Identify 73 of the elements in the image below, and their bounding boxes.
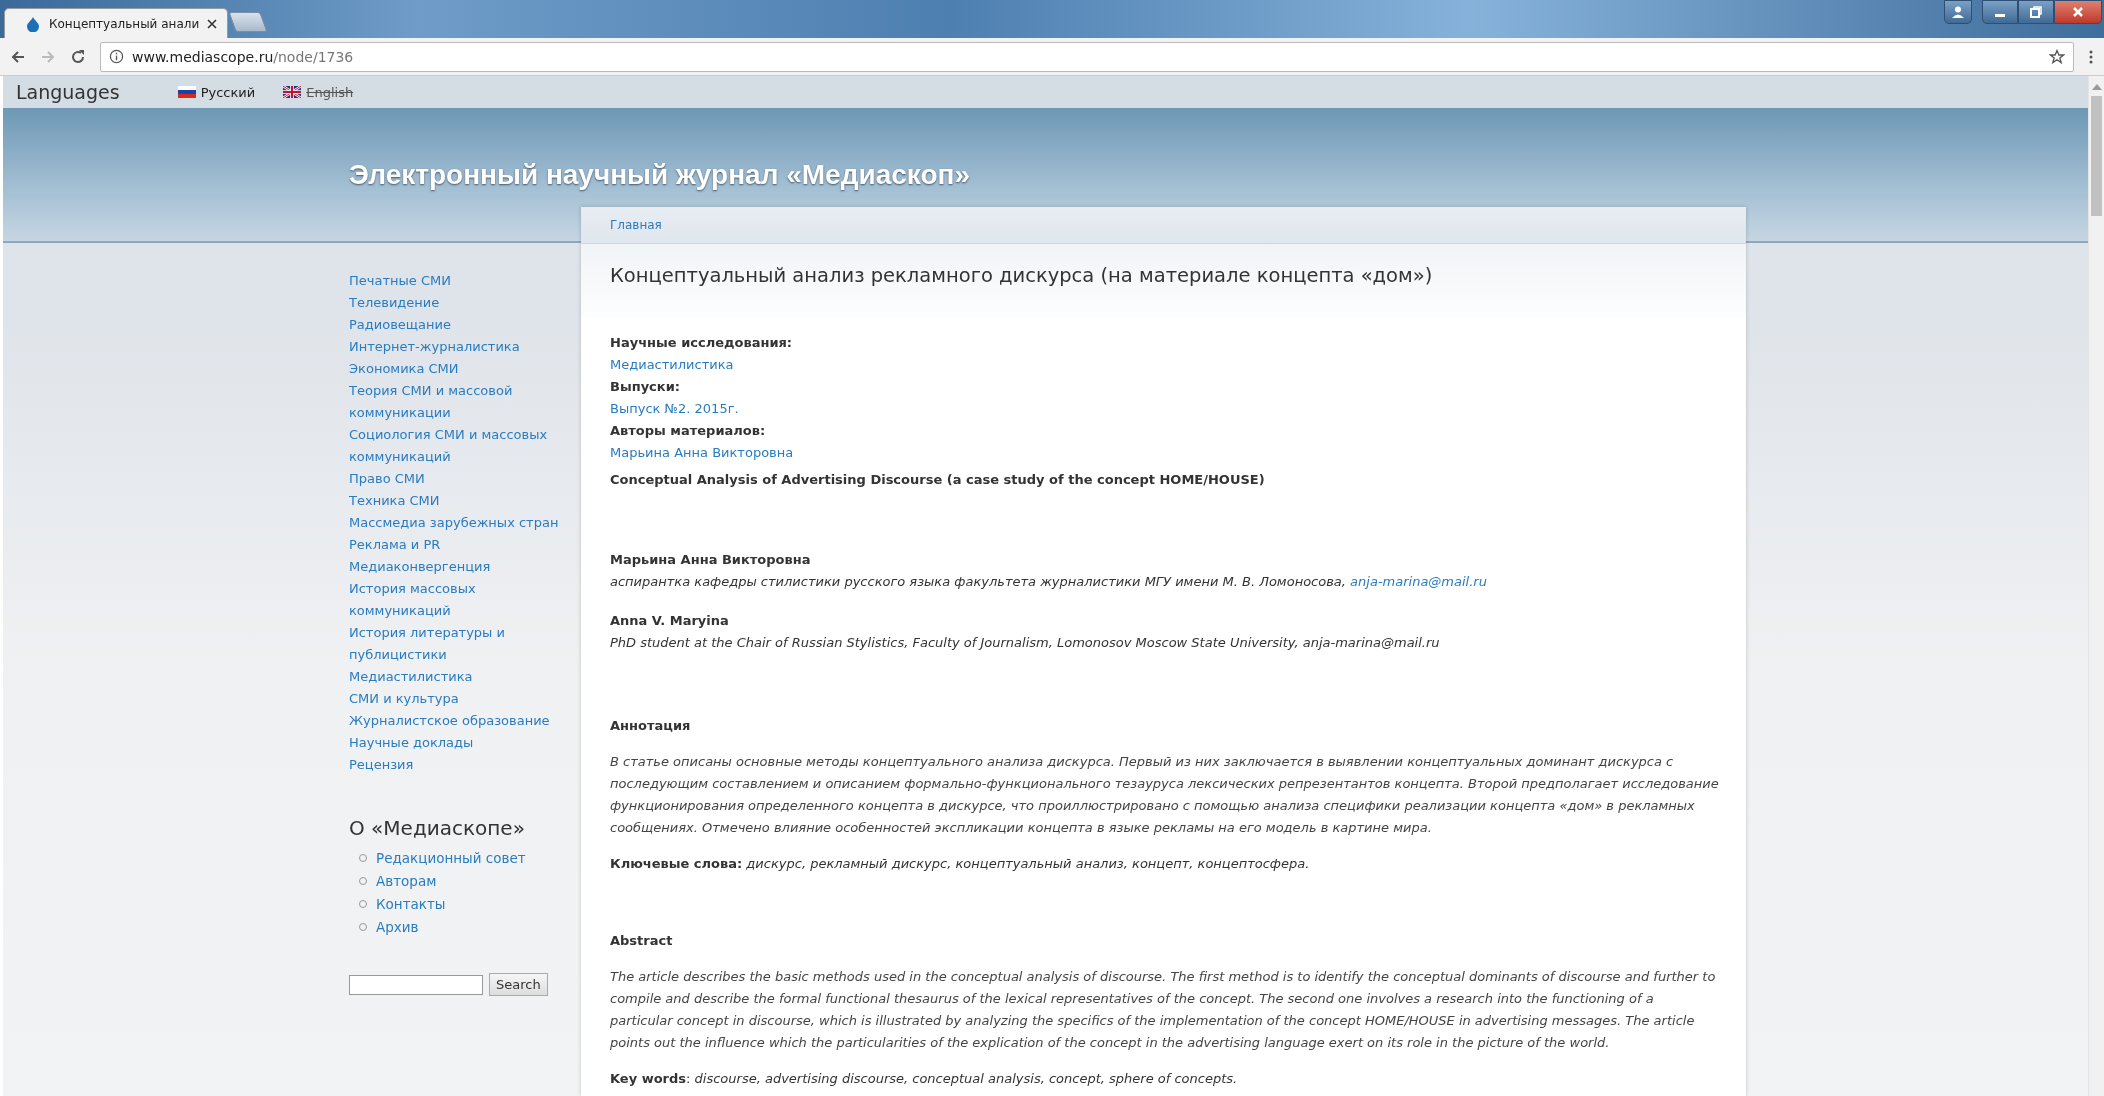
author-name: Anna V. Maryina <box>610 612 730 630</box>
keywords-text: Key words: discourse, advertising discourse, conceptual analysis, concept, sphere of concepts. <box>610 1070 1239 1088</box>
article-title: Концептуальный анализ рекламного дискурса (на материале концепта «дом») <box>610 264 1434 287</box>
star-icon[interactable] <box>2049 48 2065 65</box>
minimize-button[interactable] <box>1982 0 2018 24</box>
languages-title: Languages <box>16 81 120 103</box>
field-label: Научные исследования: <box>610 334 793 352</box>
author-affiliation: PhD student at the Chair of Russian Stylistics, Faculty of Journalism, Lomonosov Moscow State University, anja-marina@mail.ru <box>610 634 1441 652</box>
field-label: Выпуски: <box>610 378 680 396</box>
abstract-text: В статье описаны основные методы концептуального анализа дискурса. Первый из них заключается в выявлении концептуальных доминант дискурса с последующим составлением и описанием формально-функционального тезауруса лексических репрезентантов концепта. Второй предполагает исследование функционирования определенного концепта в дискурсе, что проиллюстрировано с помощью анализа специфики реализации концепта «дом» в рекламных сообщениях. Отмечено влияние особенностей экспликации концепта в языке рекламы на его модель в картине мира. <box>610 753 1720 837</box>
tab-title: Концептуальный анали <box>49 16 200 31</box>
section-heading: Abstract <box>610 933 674 948</box>
sidebar-link[interactable]: Экономика СМИ <box>349 358 577 380</box>
sidebar-link[interactable]: Массмедиа зарубежных стран <box>349 512 577 534</box>
sidebar-link[interactable]: Реклама и PR <box>349 534 577 556</box>
address-bar[interactable]: www.mediascope.ru/node/1736 <box>100 41 2074 72</box>
close-icon <box>2071 5 2085 19</box>
site-title: Электронный научный журнал «Медиаскоп» <box>348 158 972 191</box>
sidebar-link[interactable]: Право СМИ <box>349 468 577 490</box>
field-link[interactable]: Выпуск №2. 2015г. <box>610 398 739 420</box>
search-field[interactable] <box>349 974 483 995</box>
sidebar-link[interactable]: Журналистское образование <box>349 710 577 732</box>
url-text: www.mediascope.ru/node/1736 <box>132 48 354 65</box>
minimize-icon <box>1995 13 2005 17</box>
menu-icon[interactable] <box>2088 48 2094 65</box>
abstract-text: The article describes the basic methods used in the conceptual analysis of discourse. The first method is to identify the conceptual dominants of discourse and further to compile and describe the formal functional thesaurus of the lexical representatives of the concept. The second one involves a research into the functioning of a particular concept in discourse, which is illustrated by analyzing the specifics of the implementation of the concept HOME/HOUSE in advertising messages. The article points out the influence which the particularities of the explication of the concept in the advertising language exert on its role in the picture of the world. <box>610 968 1717 1052</box>
search-button[interactable]: Search <box>489 973 548 996</box>
flag-icon <box>283 86 302 98</box>
english-title: Conceptual Analysis of Advertising Discourse (a case study of the concept HOME/HOUSE) <box>610 472 1266 487</box>
sidebar-link[interactable]: Контакты <box>376 896 446 912</box>
field-link[interactable]: Медиастилистика <box>610 354 734 376</box>
scrollbar[interactable] <box>2088 76 2104 1096</box>
sidebar-link[interactable]: Медиастилистика <box>349 666 577 688</box>
back-icon[interactable] <box>10 48 26 65</box>
sidebar-link[interactable]: Теория СМИ и массовой коммуникации <box>349 380 577 424</box>
sidebar-link[interactable]: Архив <box>376 919 419 935</box>
restore-button[interactable] <box>2018 0 2054 24</box>
sidebar-link[interactable]: Радиовещание <box>349 314 577 336</box>
author-name: Марьина Анна Викторовна <box>610 551 812 569</box>
sidebar-link[interactable]: Социология СМИ и массовых коммуникаций <box>349 424 577 468</box>
email-link[interactable]: anja-marina@mail.ru <box>1350 574 1487 589</box>
section-heading: Аннотация <box>610 718 692 733</box>
sidebar-link[interactable]: Техника СМИ <box>349 490 577 512</box>
breadcrumb-link[interactable]: Главная <box>610 218 662 232</box>
browser-tab[interactable]: Концептуальный анали <box>4 8 229 38</box>
language-link[interactable]: Русский <box>200 84 256 100</box>
sidebar-link[interactable]: Редакционный совет <box>376 850 526 866</box>
close-icon[interactable] <box>207 18 218 29</box>
scrollbar-thumb[interactable] <box>2091 96 2102 216</box>
new-tab-button[interactable] <box>228 12 268 32</box>
keywords-text: Ключевые слова: дискурс, рекламный дискурс, концептуальный анализ, концепт, концептосфера. <box>610 855 1311 873</box>
restore-icon <box>2029 5 2043 19</box>
sidebar-link[interactable]: Рецензия <box>349 754 577 776</box>
flag-icon <box>177 86 196 98</box>
field-label: Авторы материалов: <box>610 422 766 440</box>
author-affiliation: аспирантка кафедры стилистики русского языка факультета журналистики МГУ имени М. В. Ломоносова, anja-marina@mail.ru <box>610 573 1488 591</box>
sidebar-link[interactable]: Медиаконвергенция <box>349 556 577 578</box>
sidebar-link[interactable]: Научные доклады <box>349 732 577 754</box>
sidebar-link[interactable]: Печатные СМИ <box>349 270 577 292</box>
profile-button[interactable] <box>1944 0 1972 24</box>
sidebar-link[interactable]: История массовых коммуникаций <box>349 578 577 622</box>
sidebar-link[interactable]: История литературы и публицистики <box>349 622 577 666</box>
sidebar-link[interactable]: Интернет-журналистика <box>349 336 577 358</box>
sidebar-link[interactable]: Телевидение <box>349 292 577 314</box>
sidebar-link[interactable]: СМИ и культура <box>349 688 577 710</box>
person-icon <box>1951 5 1965 19</box>
drop-icon <box>25 15 41 32</box>
close-button[interactable] <box>2054 0 2102 24</box>
reload-icon[interactable] <box>70 48 86 65</box>
info-icon <box>109 49 124 64</box>
block-heading: О «Медиаскопе» <box>349 816 526 840</box>
field-link[interactable]: Марьина Анна Викторовна <box>610 442 794 464</box>
sidebar-link[interactable]: Авторам <box>376 873 437 889</box>
